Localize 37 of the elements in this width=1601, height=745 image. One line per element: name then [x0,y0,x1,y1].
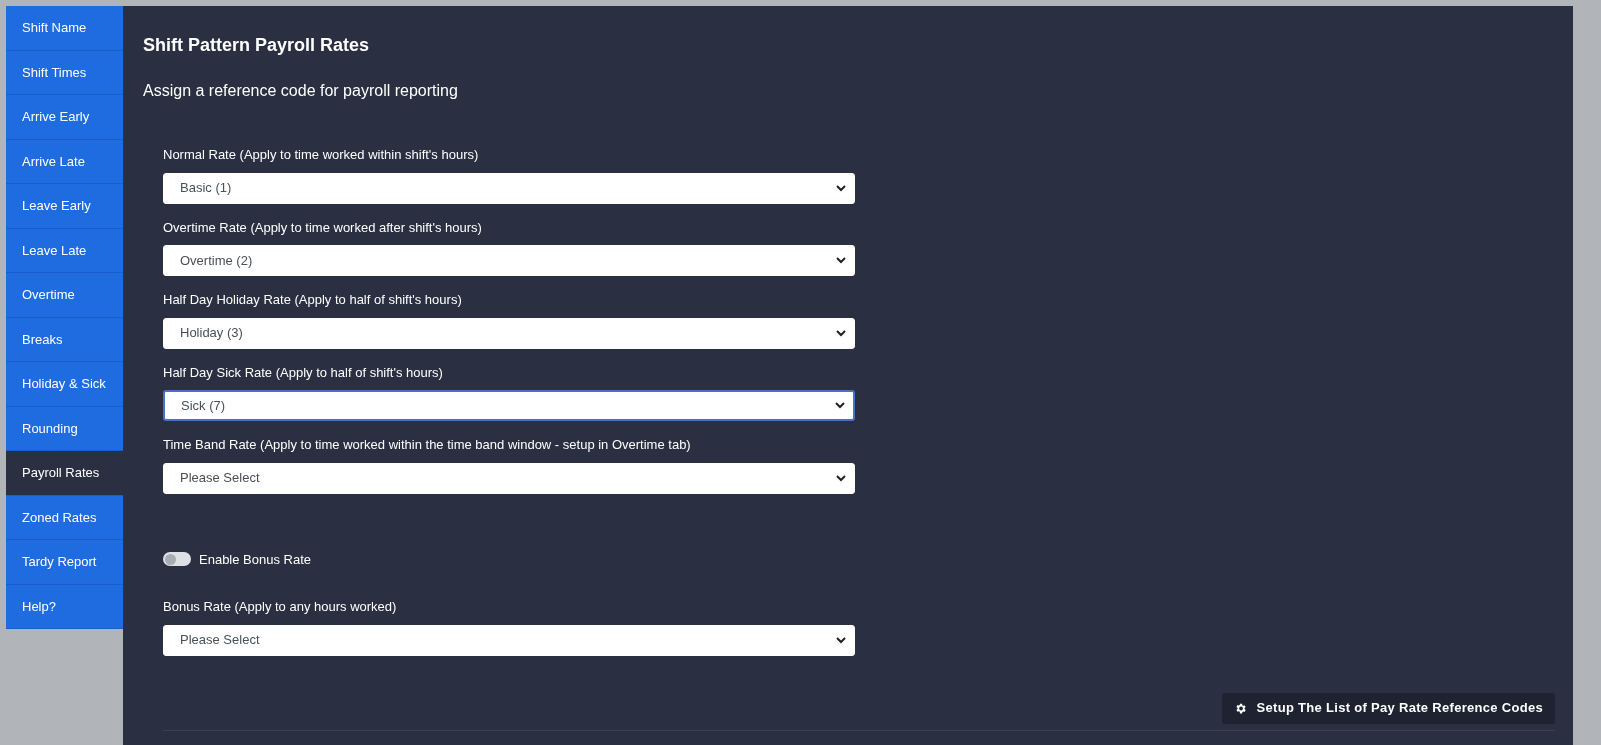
rate-dropdown[interactable]: Sick (7) [163,390,855,421]
chevron-icon [836,636,846,644]
chevron-icon [836,257,846,264]
sidebar-tab[interactable]: Holiday & Sick [6,362,123,407]
sidebar-tab[interactable]: Overtime [6,273,123,318]
chevron-icon [836,184,846,192]
field-label: Time Band Rate (Apply to time worked within the time band window - setup in Overtime tab) [163,436,692,454]
field-label: Overtime Rate (Apply to time worked after shift's hours) [163,218,483,237]
sidebar-tab[interactable]: Shift Times [6,50,123,95]
sidebar-tab[interactable]: Shift Name [6,6,123,51]
page-title: Shift Pattern Payroll Rates [143,34,371,57]
sidebar-tab[interactable]: Leave Early [6,184,123,229]
setup-button[interactable]: Setup The List of Pay Rate Reference Codes [1221,692,1555,724]
sidebar-tab[interactable]: Arrive Late [6,139,123,184]
rate-dropdown[interactable]: Overtime (2) [163,245,855,276]
rate-dropdown[interactable]: Basic (1) [163,172,855,204]
sidebar-tab[interactable]: Payroll Rates [6,451,123,496]
sidebar-tab[interactable]: Tardy Report [6,540,123,585]
sidebar-tab[interactable]: Breaks [6,317,123,362]
chevron-icon [836,474,846,482]
rate-dropdown[interactable]: Please Select [163,624,855,656]
sidebar-tab[interactable]: Leave Late [6,228,123,273]
toggle-label: Enable Bonus Rate [199,550,312,569]
rate-dropdown[interactable]: Please Select [163,462,855,494]
chevron-icon [836,329,846,337]
field-label: Normal Rate (Apply to time worked within shift's hours) [163,146,480,164]
chevron-icon [835,402,845,409]
toggle-switch[interactable] [163,552,191,567]
rate-dropdown[interactable]: Holiday (3) [163,317,855,349]
sidebar-tab[interactable]: Help? [6,584,123,629]
field-label: Half Day Sick Rate (Apply to half of shift's hours) [163,363,444,382]
field-label: Half Day Holiday Rate (Apply to half of shift's hours) [163,291,463,309]
field-label: Bonus Rate (Apply to any hours worked) [163,598,398,616]
sidebar-tab[interactable]: Arrive Early [6,95,123,140]
page-subtitle: Assign a reference code for payroll reporting [143,81,459,101]
sidebar-tab[interactable]: Rounding [6,406,123,451]
sidebar-tab[interactable]: Zoned Rates [6,495,123,540]
